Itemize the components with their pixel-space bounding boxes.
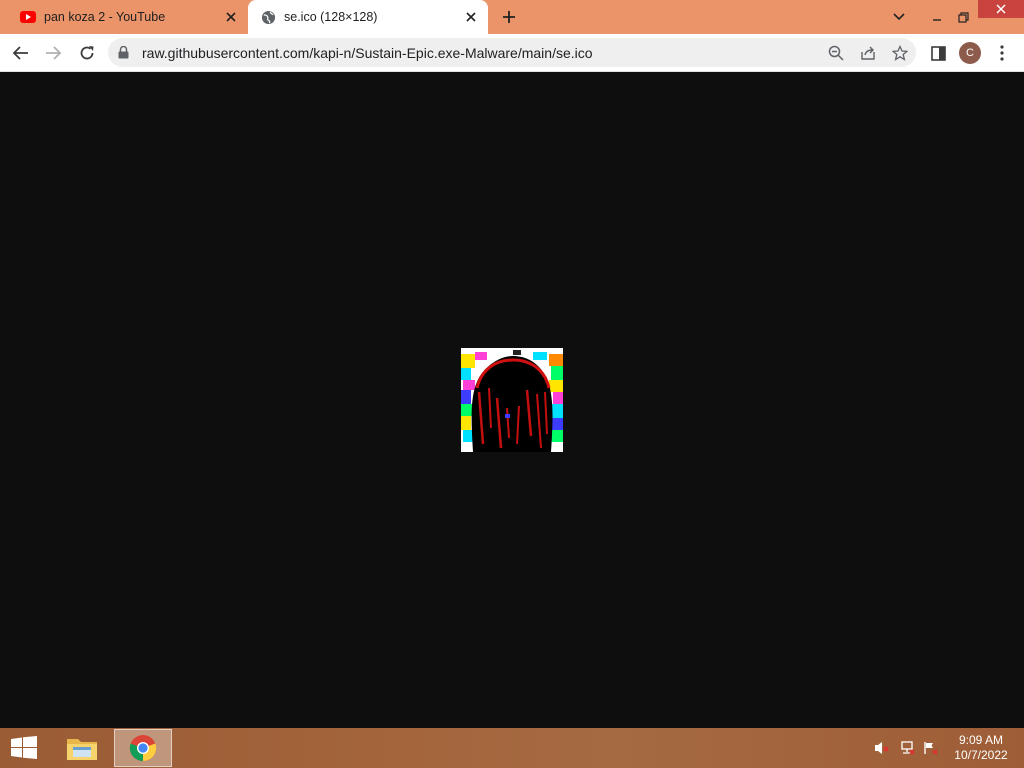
tab-title: se.ico (128×128) <box>284 10 378 24</box>
tab-title: pan koza 2 - YouTube <box>44 10 166 24</box>
globe-icon <box>260 9 276 25</box>
profile-button[interactable]: C <box>957 40 983 66</box>
tab-youtube[interactable]: pan koza 2 - YouTube <box>8 0 248 34</box>
zoom-out-icon[interactable] <box>820 38 852 67</box>
windows-start-icon <box>11 736 37 759</box>
network-icon[interactable] <box>897 728 917 768</box>
tab-search-button[interactable] <box>886 0 912 34</box>
reload-icon <box>80 46 94 60</box>
ico-image <box>461 348 563 452</box>
restore-icon <box>957 11 969 23</box>
bookmark-star-icon[interactable] <box>884 38 916 67</box>
browser-toolbar: raw.githubusercontent.com/kapi-n/Sustain… <box>0 34 1024 72</box>
side-panel-button[interactable] <box>925 40 951 66</box>
close-icon <box>996 4 1006 14</box>
share-icon[interactable] <box>852 38 884 67</box>
arrow-left-icon <box>13 46 28 60</box>
system-clock[interactable]: 9:09 AM 10/7/2022 <box>948 733 1014 763</box>
back-button[interactable] <box>8 40 34 66</box>
arrow-right-icon <box>46 46 61 60</box>
youtube-icon <box>20 9 36 25</box>
minimize-button[interactable] <box>924 0 950 34</box>
volume-muted-icon[interactable] <box>872 728 892 768</box>
chrome-icon <box>129 735 157 762</box>
address-bar[interactable]: raw.githubusercontent.com/kapi-n/Sustain… <box>108 38 916 67</box>
reload-button[interactable] <box>74 40 100 66</box>
side-panel-icon <box>930 45 946 61</box>
page-content <box>0 72 1024 728</box>
chrome-menu-button[interactable] <box>989 40 1015 66</box>
minimize-icon <box>933 19 941 21</box>
file-explorer-button[interactable] <box>58 728 106 768</box>
taskbar: 9:09 AM 10/7/2022 <box>0 728 1024 768</box>
start-button[interactable] <box>0 728 48 768</box>
chrome-taskbar-button[interactable] <box>114 729 172 767</box>
url-text[interactable]: raw.githubusercontent.com/kapi-n/Sustain… <box>142 45 820 61</box>
tab-strip: pan koza 2 - YouTube se.ico (128×128) <box>0 0 1024 34</box>
close-window-button[interactable] <box>978 0 1024 18</box>
close-tab-icon[interactable] <box>462 8 480 26</box>
close-tab-icon[interactable] <box>222 8 240 26</box>
file-explorer-icon <box>67 739 97 760</box>
clock-date: 10/7/2022 <box>954 748 1008 762</box>
more-vert-icon <box>1000 45 1004 61</box>
lock-icon[interactable] <box>118 46 132 59</box>
restore-button[interactable] <box>950 0 976 34</box>
action-center-flag-icon[interactable] <box>921 728 941 768</box>
forward-button[interactable] <box>40 40 66 66</box>
clock-time: 9:09 AM <box>958 733 1004 747</box>
tab-se-ico[interactable]: se.ico (128×128) <box>248 0 488 34</box>
avatar: C <box>959 42 981 64</box>
chevron-down-icon <box>893 13 905 21</box>
plus-icon <box>503 11 515 23</box>
new-tab-button[interactable] <box>498 6 520 28</box>
